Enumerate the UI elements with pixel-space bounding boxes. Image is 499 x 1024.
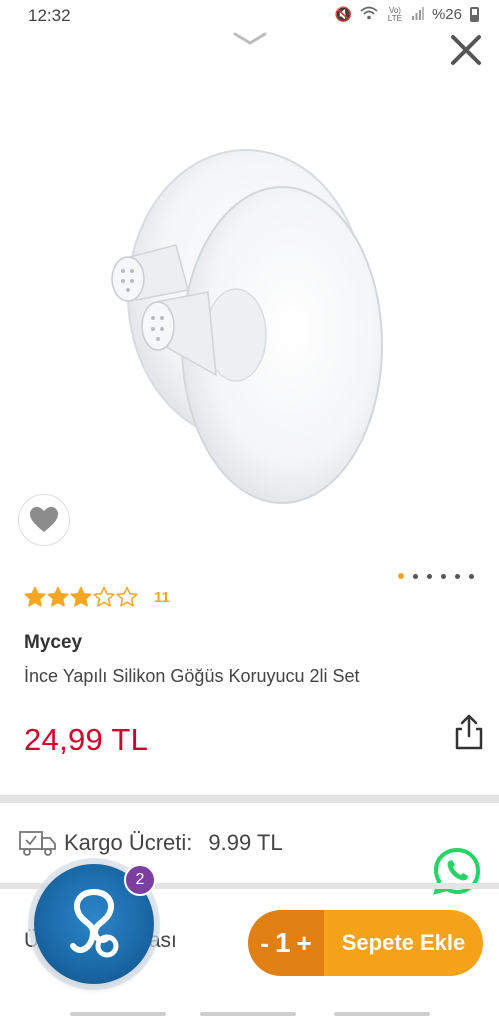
product-price: 24,99 TL (24, 722, 149, 757)
status-time: 12:32 (28, 6, 71, 25)
status-icons: 🔇 Vo) LTE %26 (335, 6, 479, 23)
favorite-button[interactable] (18, 494, 70, 546)
wifi-icon (360, 6, 378, 23)
brand-name[interactable]: Mycey (24, 632, 82, 654)
status-bar: 12:32 🔇 Vo) LTE %26 (0, 0, 499, 32)
shipping-value: 9.99 TL (208, 830, 283, 855)
add-to-cart-button[interactable]: Sepete Ekle (324, 910, 483, 976)
carousel-dot[interactable] (441, 573, 446, 579)
shipping-info: Kargo Ücreti: 9.99 TL (18, 828, 283, 858)
battery-icon (470, 7, 479, 22)
star-filled-icon (24, 586, 46, 607)
carousel-dot[interactable] (398, 573, 404, 579)
shipping-label: Kargo Ücreti: (64, 830, 193, 855)
cart-bar: - 1 + Sepete Ekle (248, 910, 483, 976)
assistant-logo-icon (70, 889, 119, 958)
chevron-down-icon[interactable] (232, 30, 268, 48)
carousel-dot[interactable] (413, 573, 418, 579)
volte-icon: Vo) LTE (387, 5, 402, 23)
quantity-increase-button[interactable]: + (297, 928, 312, 959)
rating-row[interactable]: 11 (24, 586, 170, 608)
carousel-dot[interactable] (455, 573, 460, 579)
product-title: İnce Yapılı Silikon Göğüs Koruyucu 2li S… (24, 666, 360, 686)
star-empty-icon (116, 586, 138, 607)
star-empty-icon (93, 586, 115, 607)
heart-icon (30, 507, 58, 532)
section-divider (0, 795, 499, 803)
quantity-decrease-button[interactable]: - (260, 928, 269, 959)
share-icon[interactable] (452, 712, 486, 752)
battery-level: %26 (431, 6, 462, 23)
quantity-value: 1 (274, 927, 291, 958)
carousel-dot[interactable] (469, 573, 474, 579)
truck-icon (19, 831, 56, 856)
star-filled-icon (70, 586, 92, 607)
notification-badge: 2 (124, 864, 156, 896)
star-filled-icon (47, 586, 69, 607)
carousel-dot[interactable] (427, 573, 432, 579)
image-carousel-dots (398, 573, 474, 579)
rating-stars (24, 586, 138, 608)
nav-handle[interactable] (200, 1012, 296, 1016)
nav-handle[interactable] (70, 1012, 166, 1016)
nav-handle[interactable] (334, 1012, 430, 1016)
close-icon[interactable] (448, 32, 484, 68)
signal-icon (411, 6, 424, 23)
quantity-stepper: - 1 + (248, 910, 324, 976)
product-image[interactable] (96, 140, 396, 510)
rating-count[interactable]: 11 (154, 589, 170, 606)
mute-icon: 🔇 (334, 6, 352, 22)
